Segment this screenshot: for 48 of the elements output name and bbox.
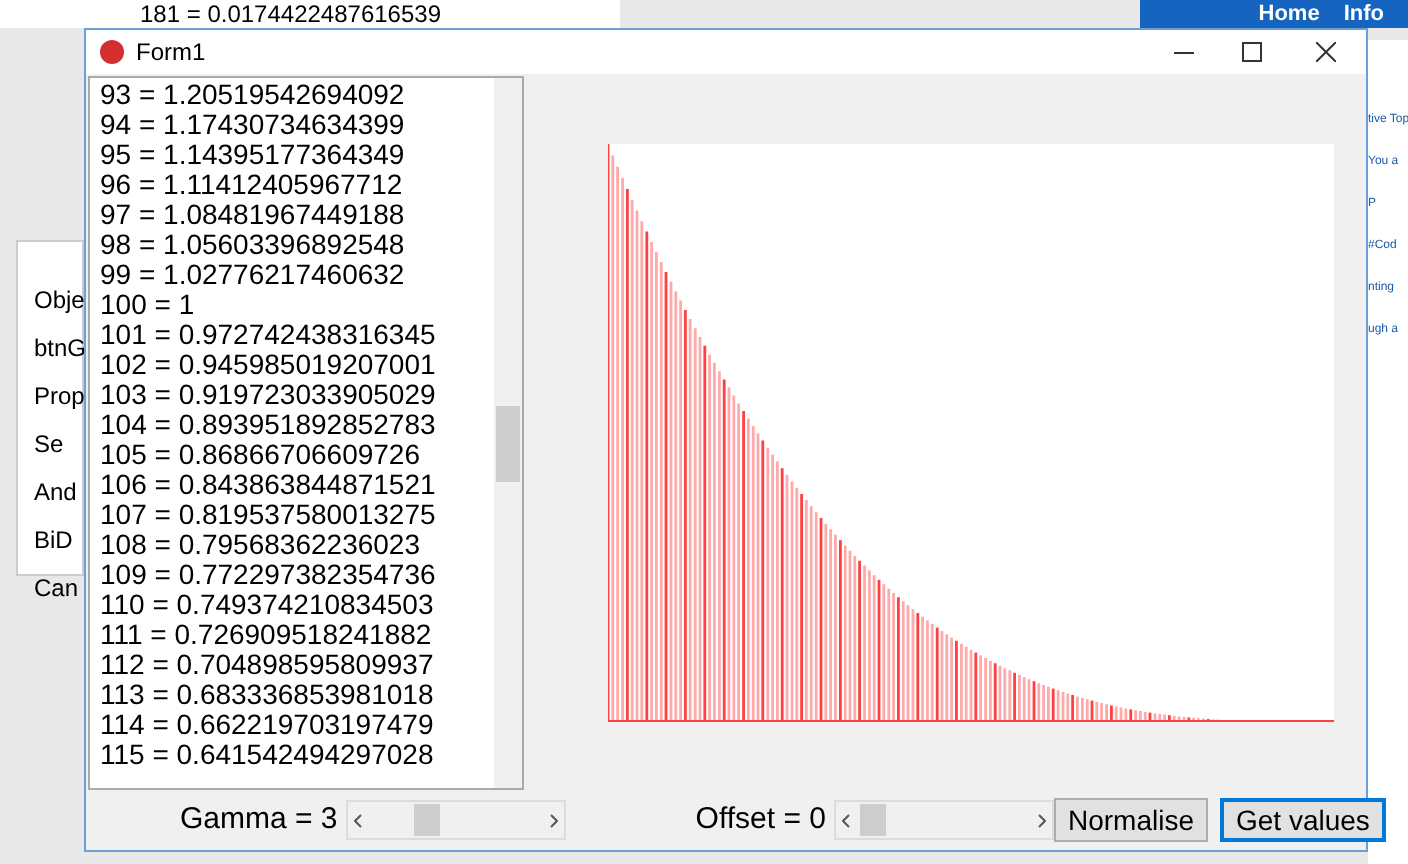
list-item[interactable]: 105 = 0.86866706609726 — [100, 440, 494, 470]
action-button[interactable]: Normalise — [1053, 798, 1208, 842]
list-item[interactable]: 106 = 0.843863844871521 — [100, 470, 494, 500]
list-item[interactable]: 114 = 0.662219703197479 — [100, 710, 494, 740]
background-text: Se — [32, 428, 66, 462]
close-icon — [1316, 42, 1336, 62]
background-text: btnG — [32, 332, 82, 366]
slider-label: Gamma = 3 — [180, 799, 338, 840]
list-item[interactable]: 95 = 1.14395177364349 — [100, 140, 494, 170]
list-item[interactable]: 102 = 0.945985019207001 — [100, 350, 494, 380]
slider-label: Offset = 0 — [695, 799, 826, 840]
list-item[interactable]: 113 = 0.683336853981018 — [100, 680, 494, 710]
background-text: And — [32, 476, 79, 510]
list-item[interactable]: 107 = 0.819537580013275 — [100, 500, 494, 530]
list-item[interactable]: 104 = 0.893951892852783 — [100, 410, 494, 440]
app-logo-icon — [100, 40, 124, 64]
list-item[interactable]: 94 = 1.17430734634399 — [100, 110, 494, 140]
slider-thumb[interactable] — [860, 804, 887, 836]
maximize-icon — [1242, 42, 1262, 62]
list-item[interactable]: 99 = 1.02776217460632 — [100, 260, 494, 290]
background-text: Prop — [32, 380, 82, 414]
nav-link[interactable]: Info — [1343, 0, 1384, 28]
list-item[interactable]: 108 = 0.79568362236023 — [100, 530, 494, 560]
list-item[interactable]: 111 = 0.726909518241882 — [100, 620, 494, 650]
list-item[interactable]: 97 = 1.08481967449188 — [100, 200, 494, 230]
list-item[interactable]: 93 = 1.20519542694092 — [100, 80, 494, 110]
slider-thumb[interactable] — [414, 804, 441, 836]
scrollbar-thumb[interactable] — [496, 406, 520, 482]
list-item[interactable]: 112 = 0.704898595809937 — [100, 650, 494, 680]
list-item[interactable]: 96 = 1.11412405967712 — [100, 170, 494, 200]
list-item[interactable]: 103 = 0.919723033905029 — [100, 380, 494, 410]
list-item[interactable]: 101 = 0.972742438316345 — [100, 320, 494, 350]
vertical-scrollbar[interactable] — [494, 78, 522, 788]
list-item[interactable]: 98 = 1.05603396892548 — [100, 230, 494, 260]
background-text: BiD — [32, 524, 75, 558]
action-button[interactable]: Get values — [1219, 798, 1386, 842]
horizontal-slider[interactable] — [345, 800, 566, 840]
window-title: Form1 — [136, 36, 206, 70]
background-text: Obje — [32, 284, 82, 318]
minimize-icon — [1174, 51, 1194, 53]
nav-link[interactable]: Home — [1258, 0, 1320, 28]
list-item[interactable]: 115 = 0.641542494297028 — [100, 740, 494, 770]
list-item[interactable]: 110 = 0.749374210834503 — [100, 590, 494, 620]
background-text: Can — [32, 572, 81, 606]
list-item[interactable]: 109 = 0.772297382354736 — [100, 560, 494, 590]
background-text: 181 = 0.0174422487616539 — [140, 0, 443, 28]
horizontal-slider[interactable] — [833, 800, 1054, 840]
list-item[interactable]: 100 = 1 — [100, 290, 494, 320]
